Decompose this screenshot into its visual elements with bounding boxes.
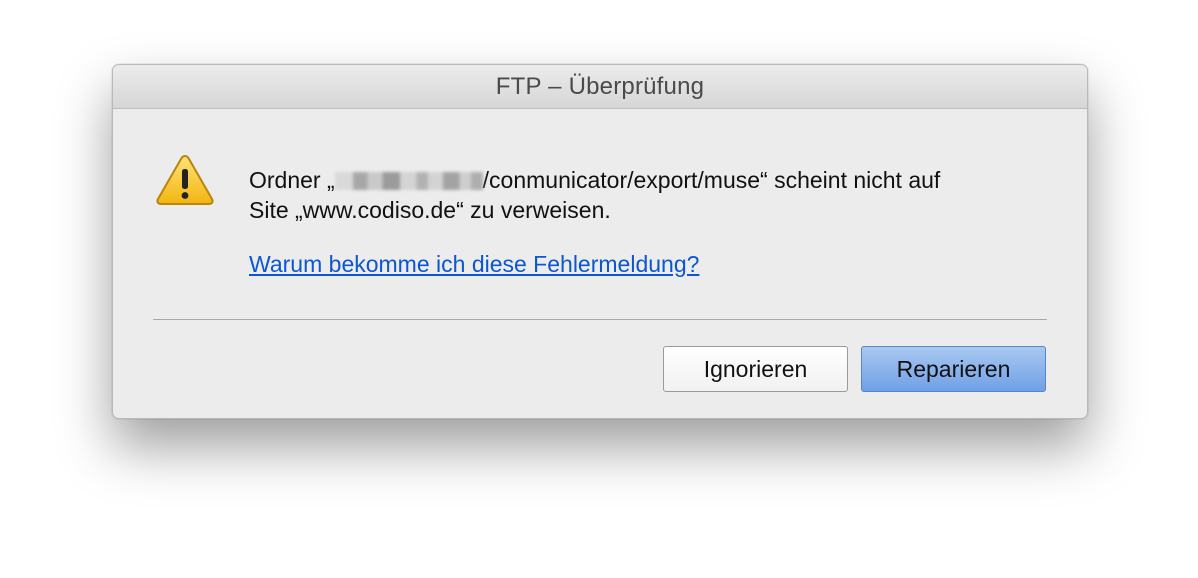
repair-button[interactable]: Reparieren [861, 346, 1046, 392]
dialog-title: FTP – Überprüfung [113, 65, 1087, 109]
message-line-2: Site „www.codiso.de“ zu verweisen. [249, 197, 611, 223]
message-line-1: Ordner „ /conmunicator/export/muse“ schei… [249, 165, 1049, 195]
message-prefix: Ordner „ [249, 167, 335, 193]
redacted-path [334, 172, 483, 190]
ignore-button[interactable]: Ignorieren [663, 346, 848, 392]
dialog-message: Ordner „ /conmunicator/export/muse“ schei… [249, 165, 1049, 225]
warning-icon [156, 154, 214, 205]
divider [153, 319, 1047, 320]
message-suffix: /conmunicator/export/muse“ scheint nicht… [482, 167, 941, 193]
ftp-check-dialog: FTP – Überprüfung Ordner „ /conmunicator/… [112, 64, 1088, 419]
help-link[interactable]: Warum bekomme ich diese Fehlermeldung? [249, 251, 699, 278]
